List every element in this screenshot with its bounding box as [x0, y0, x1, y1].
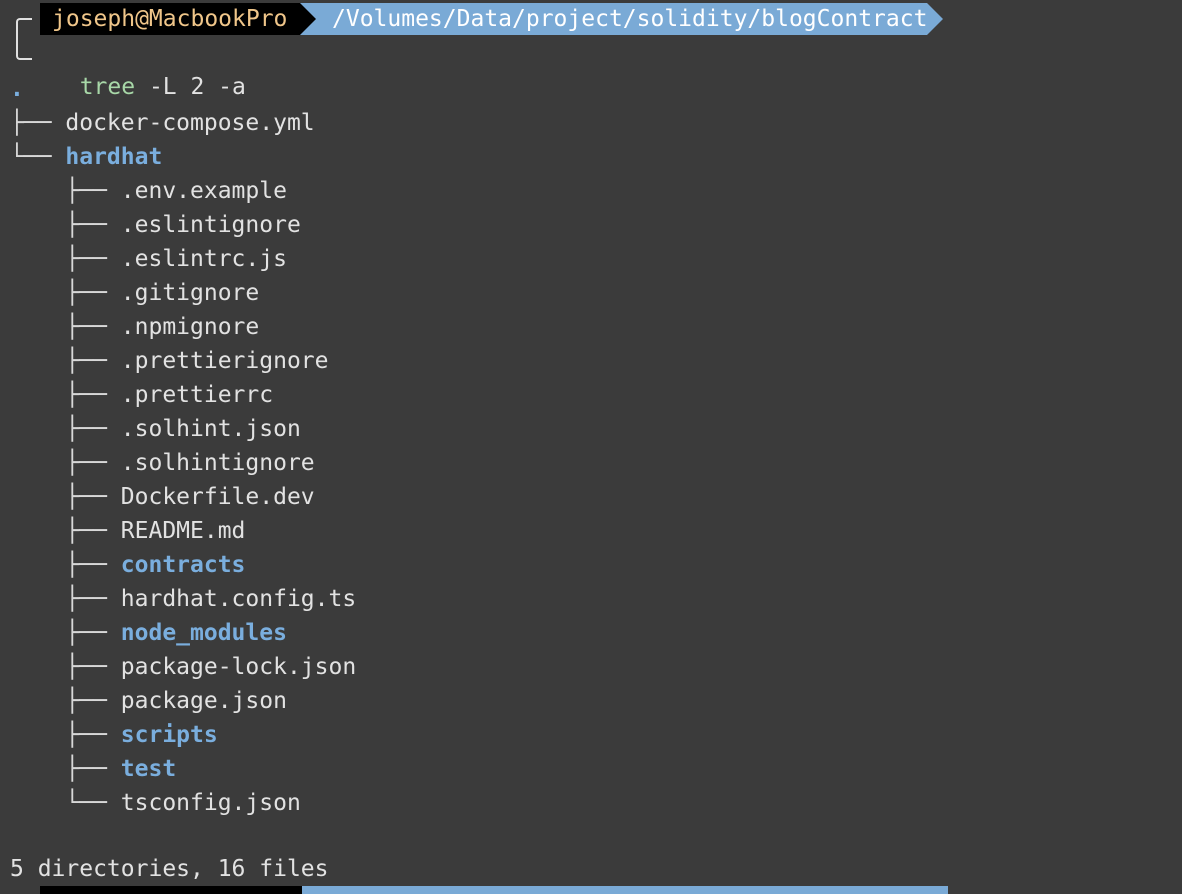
tree-branch-glyph: ├──	[10, 722, 121, 748]
tree-file-row: └── tsconfig.json	[10, 786, 301, 820]
file-name: hardhat.config.ts	[120, 586, 357, 612]
tree-branch-glyph: ├──	[10, 756, 121, 782]
tree-file-row: ├── .gitignore	[10, 276, 259, 310]
tree-file-row: ├── hardhat.config.ts	[10, 582, 356, 616]
directory-name: scripts	[120, 722, 218, 748]
tree-branch-glyph: ├──	[10, 654, 121, 680]
file-name: README.md	[120, 518, 246, 544]
prompt-path-arrow	[927, 3, 943, 35]
prompt-path: /Volumes/Data/project/solidity/blogContr…	[300, 3, 928, 35]
prompt-user-host: joseph@MacbookPro	[40, 3, 302, 35]
file-name: .solhint.json	[120, 416, 301, 442]
tree-branch-glyph: ├──	[10, 450, 121, 476]
tree-branch-glyph: ├──	[10, 212, 121, 238]
tree-file-row: ├── README.md	[10, 514, 245, 548]
directory-name: node_modules	[120, 620, 287, 646]
directory-name: test	[120, 756, 177, 782]
tree-branch-glyph: ├──	[10, 348, 121, 374]
tree-branch-glyph: ├──	[10, 416, 121, 442]
file-name: .eslintrc.js	[120, 246, 287, 272]
tree-branch-glyph: ├──	[10, 246, 121, 272]
prompt-separator-arrow	[300, 3, 316, 35]
tree-file-row: ├── .env.example	[10, 174, 287, 208]
tree-file-row: ├── .solhintignore	[10, 446, 315, 480]
tree-branch-glyph: ├──	[10, 280, 121, 306]
tree-branch-glyph: └──	[10, 144, 66, 170]
prompt-bottom-corner	[16, 36, 32, 60]
tree-file-row: ├── .eslintrc.js	[10, 242, 287, 276]
tree-file-row: ├── package.json	[10, 684, 287, 718]
command-line: tree -L 2 -a	[52, 36, 246, 100]
file-name: .eslintignore	[120, 212, 301, 238]
file-name: package.json	[120, 688, 287, 714]
tree-branch-glyph: ├──	[10, 552, 121, 578]
tree-directory-row: ├── node_modules	[10, 616, 287, 650]
tree-branch-glyph: ├──	[10, 620, 121, 646]
file-name: package-lock.json	[120, 654, 357, 680]
tree-file-row: ├── .prettierignore	[10, 344, 329, 378]
tree-branch-glyph: ├──	[10, 484, 121, 510]
tree-file-row: ├── .eslintignore	[10, 208, 301, 242]
directory-name: hardhat	[65, 144, 163, 170]
file-name: .gitignore	[120, 280, 260, 306]
command-args: -L 2 -a	[135, 74, 246, 100]
tree-file-row: ├── docker-compose.yml	[10, 106, 315, 140]
directory-name: contracts	[120, 552, 246, 578]
tree-branch-glyph: ├──	[10, 314, 121, 340]
tree-directory-row: ├── test	[10, 752, 176, 786]
next-prompt-user-host	[40, 886, 302, 894]
tree-file-row: ├── Dockerfile.dev	[10, 480, 315, 514]
tree-branch-glyph: ├──	[10, 382, 121, 408]
prompt-top-corner	[16, 18, 32, 36]
tree-branch-glyph: ├──	[10, 110, 66, 136]
file-name: docker-compose.yml	[65, 110, 315, 136]
file-name: .solhintignore	[120, 450, 315, 476]
file-name: Dockerfile.dev	[120, 484, 315, 510]
tree-file-row: ├── .solhint.json	[10, 412, 301, 446]
file-name: .env.example	[120, 178, 287, 204]
tree-branch-glyph: └──	[10, 790, 121, 816]
tree-root: .	[10, 76, 24, 102]
file-name: .npmignore	[120, 314, 260, 340]
tree-summary: 5 directories, 16 files	[10, 856, 329, 882]
tree-directory-row: ├── scripts	[10, 718, 218, 752]
tree-directory-row: └── hardhat	[10, 140, 162, 174]
tree-branch-glyph: ├──	[10, 688, 121, 714]
next-prompt-path	[302, 886, 948, 894]
command-name: tree	[79, 74, 136, 100]
file-name: .prettierignore	[120, 348, 329, 374]
file-name: .prettierrc	[120, 382, 274, 408]
tree-directory-row: ├── contracts	[10, 548, 245, 582]
tree-branch-glyph: ├──	[10, 518, 121, 544]
tree-file-row: ├── package-lock.json	[10, 650, 356, 684]
tree-branch-glyph: ├──	[10, 586, 121, 612]
file-name: tsconfig.json	[120, 790, 301, 816]
tree-file-row: ├── .prettierrc	[10, 378, 273, 412]
tree-file-row: ├── .npmignore	[10, 310, 259, 344]
tree-branch-glyph: ├──	[10, 178, 121, 204]
